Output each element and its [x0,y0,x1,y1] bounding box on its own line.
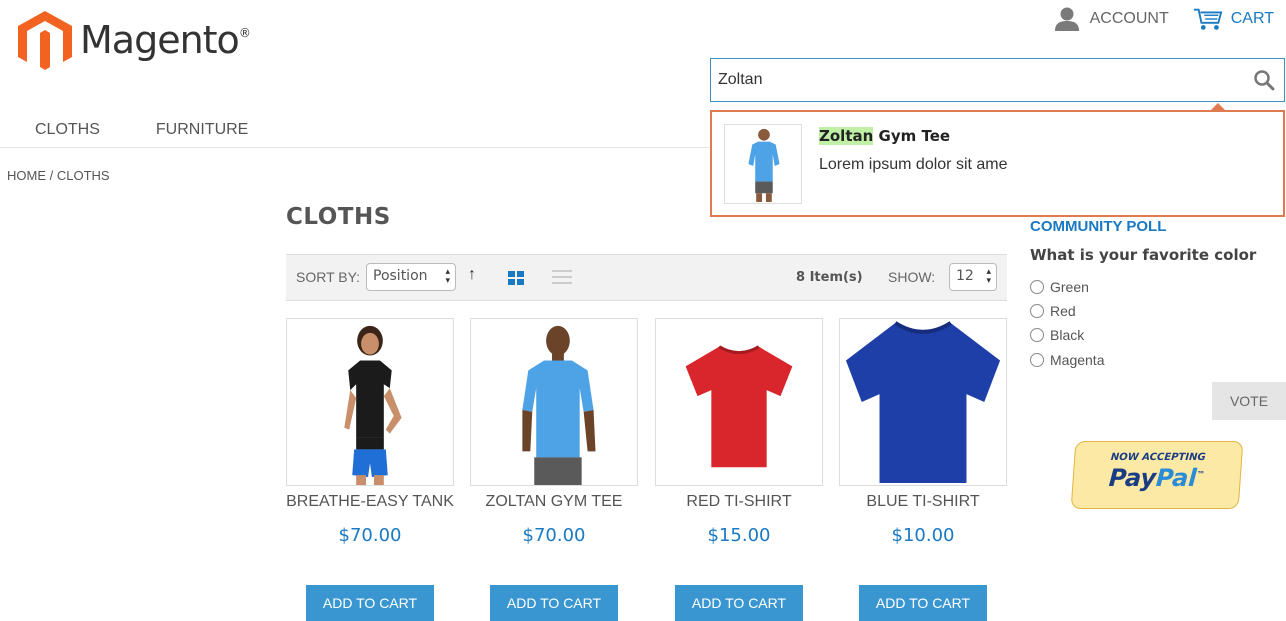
product-item: ZOLTAN GYM TEE $70.00 ADD TO CART [470,318,638,621]
man-tee-thumbnail-image [748,128,780,202]
search-input[interactable] [711,59,1244,101]
red-tshirt-image [685,345,793,468]
account-link[interactable]: ACCOUNT [1052,6,1169,32]
paypal-tagline: NOW ACCEPTING [1110,452,1206,463]
vote-button[interactable]: VOTE [1212,382,1286,420]
grid-view-icon[interactable] [508,271,524,285]
product-price: $70.00 [338,525,402,546]
nav-item-furniture[interactable]: FURNITURE [156,112,248,147]
items-count: 8 Item(s) [796,270,863,285]
search-icon [1254,70,1275,91]
man-tee-image [522,325,596,485]
cart-label: CART [1230,10,1274,27]
product-photo[interactable] [655,318,823,486]
list-view-icon[interactable] [552,269,572,285]
product-name[interactable]: BLUE TI-SHIRT [839,493,1007,511]
magento-logo-icon [18,11,72,70]
product-photo[interactable] [839,318,1007,486]
product-name[interactable]: BREATHE-EASY TANK [286,493,454,511]
main-nav: CLOTHS FURNITURE [0,112,710,148]
show-label: SHOW: [888,269,936,285]
select-arrows-icon: ▴ ▾ [986,267,991,286]
cart-icon [1193,8,1223,30]
logo-text: Magento® [80,18,251,62]
cart-link[interactable]: CART [1193,6,1274,32]
radio-button[interactable] [1030,353,1044,367]
suggestion-name[interactable]: Zoltan Gym Tee [819,127,950,145]
account-label: ACCOUNT [1089,10,1169,27]
radio-button[interactable] [1030,328,1044,342]
products-toolbar: SORT BY: Position ▴ ▾ ↑ 8 Item(s) SHOW: 1… [286,254,1007,301]
search-button[interactable] [1244,60,1284,100]
paypal-badge[interactable]: NOW ACCEPTING PayPal™ [1070,441,1244,509]
add-to-cart-button[interactable]: ADD TO CART [859,585,987,621]
product-price: $10.00 [891,525,955,546]
product-price: $15.00 [707,525,771,546]
suggestion-highlight: Zoltan [819,127,874,145]
paypal-logo: PayPal™ [1107,464,1206,492]
sort-select[interactable]: Position ▴ ▾ [366,263,456,291]
poll-title: COMMUNITY POLL [1030,218,1167,235]
suggestion-description: Lorem ipsum dolor sit ame [819,156,1008,173]
poll-option-magenta[interactable]: Magenta [1030,352,1104,368]
add-to-cart-button[interactable]: ADD TO CART [490,585,618,621]
search-suggestion[interactable]: Zoltan Gym Tee Lorem ipsum dolor sit ame [710,110,1285,217]
product-item: RED TI-SHIRT $15.00 ADD TO CART [655,318,823,621]
product-price: $70.00 [522,525,586,546]
page-title: CLOTHS [286,204,391,230]
breadcrumb[interactable]: HOME / CLOTHS [7,168,110,183]
poll-option-black[interactable]: Black [1030,327,1084,343]
radio-button[interactable] [1030,304,1044,318]
product-item: BREATHE-EASY TANK $70.00 ADD TO CART [286,318,454,621]
limiter-select[interactable]: 12 ▴ ▾ [949,263,997,291]
product-name[interactable]: RED TI-SHIRT [655,493,823,511]
nav-item-cloths[interactable]: CLOTHS [35,112,100,147]
poll-question: What is your favorite color [1030,246,1257,264]
poll-option-green[interactable]: Green [1030,279,1089,295]
product-photo[interactable] [470,318,638,486]
suggestion-thumbnail[interactable] [724,124,802,204]
header-links: ACCOUNT CART [1052,6,1274,32]
product-photo[interactable] [286,318,454,486]
search-box [710,58,1285,102]
product-name[interactable]: ZOLTAN GYM TEE [470,493,638,511]
add-to-cart-button[interactable]: ADD TO CART [675,585,803,621]
woman-tank-image [344,325,402,485]
add-to-cart-button[interactable]: ADD TO CART [306,585,434,621]
sort-direction-icon[interactable]: ↑ [468,266,476,284]
product-item: BLUE TI-SHIRT $10.00 ADD TO CART [839,318,1007,621]
poll-option-red[interactable]: Red [1030,303,1076,319]
user-icon [1054,7,1079,31]
magento-logo[interactable]: Magento® [16,8,256,72]
select-arrows-icon: ▴ ▾ [445,267,450,286]
sort-label: SORT BY: [296,269,361,285]
radio-button[interactable] [1030,280,1044,294]
blue-tshirt-image [845,321,1001,484]
